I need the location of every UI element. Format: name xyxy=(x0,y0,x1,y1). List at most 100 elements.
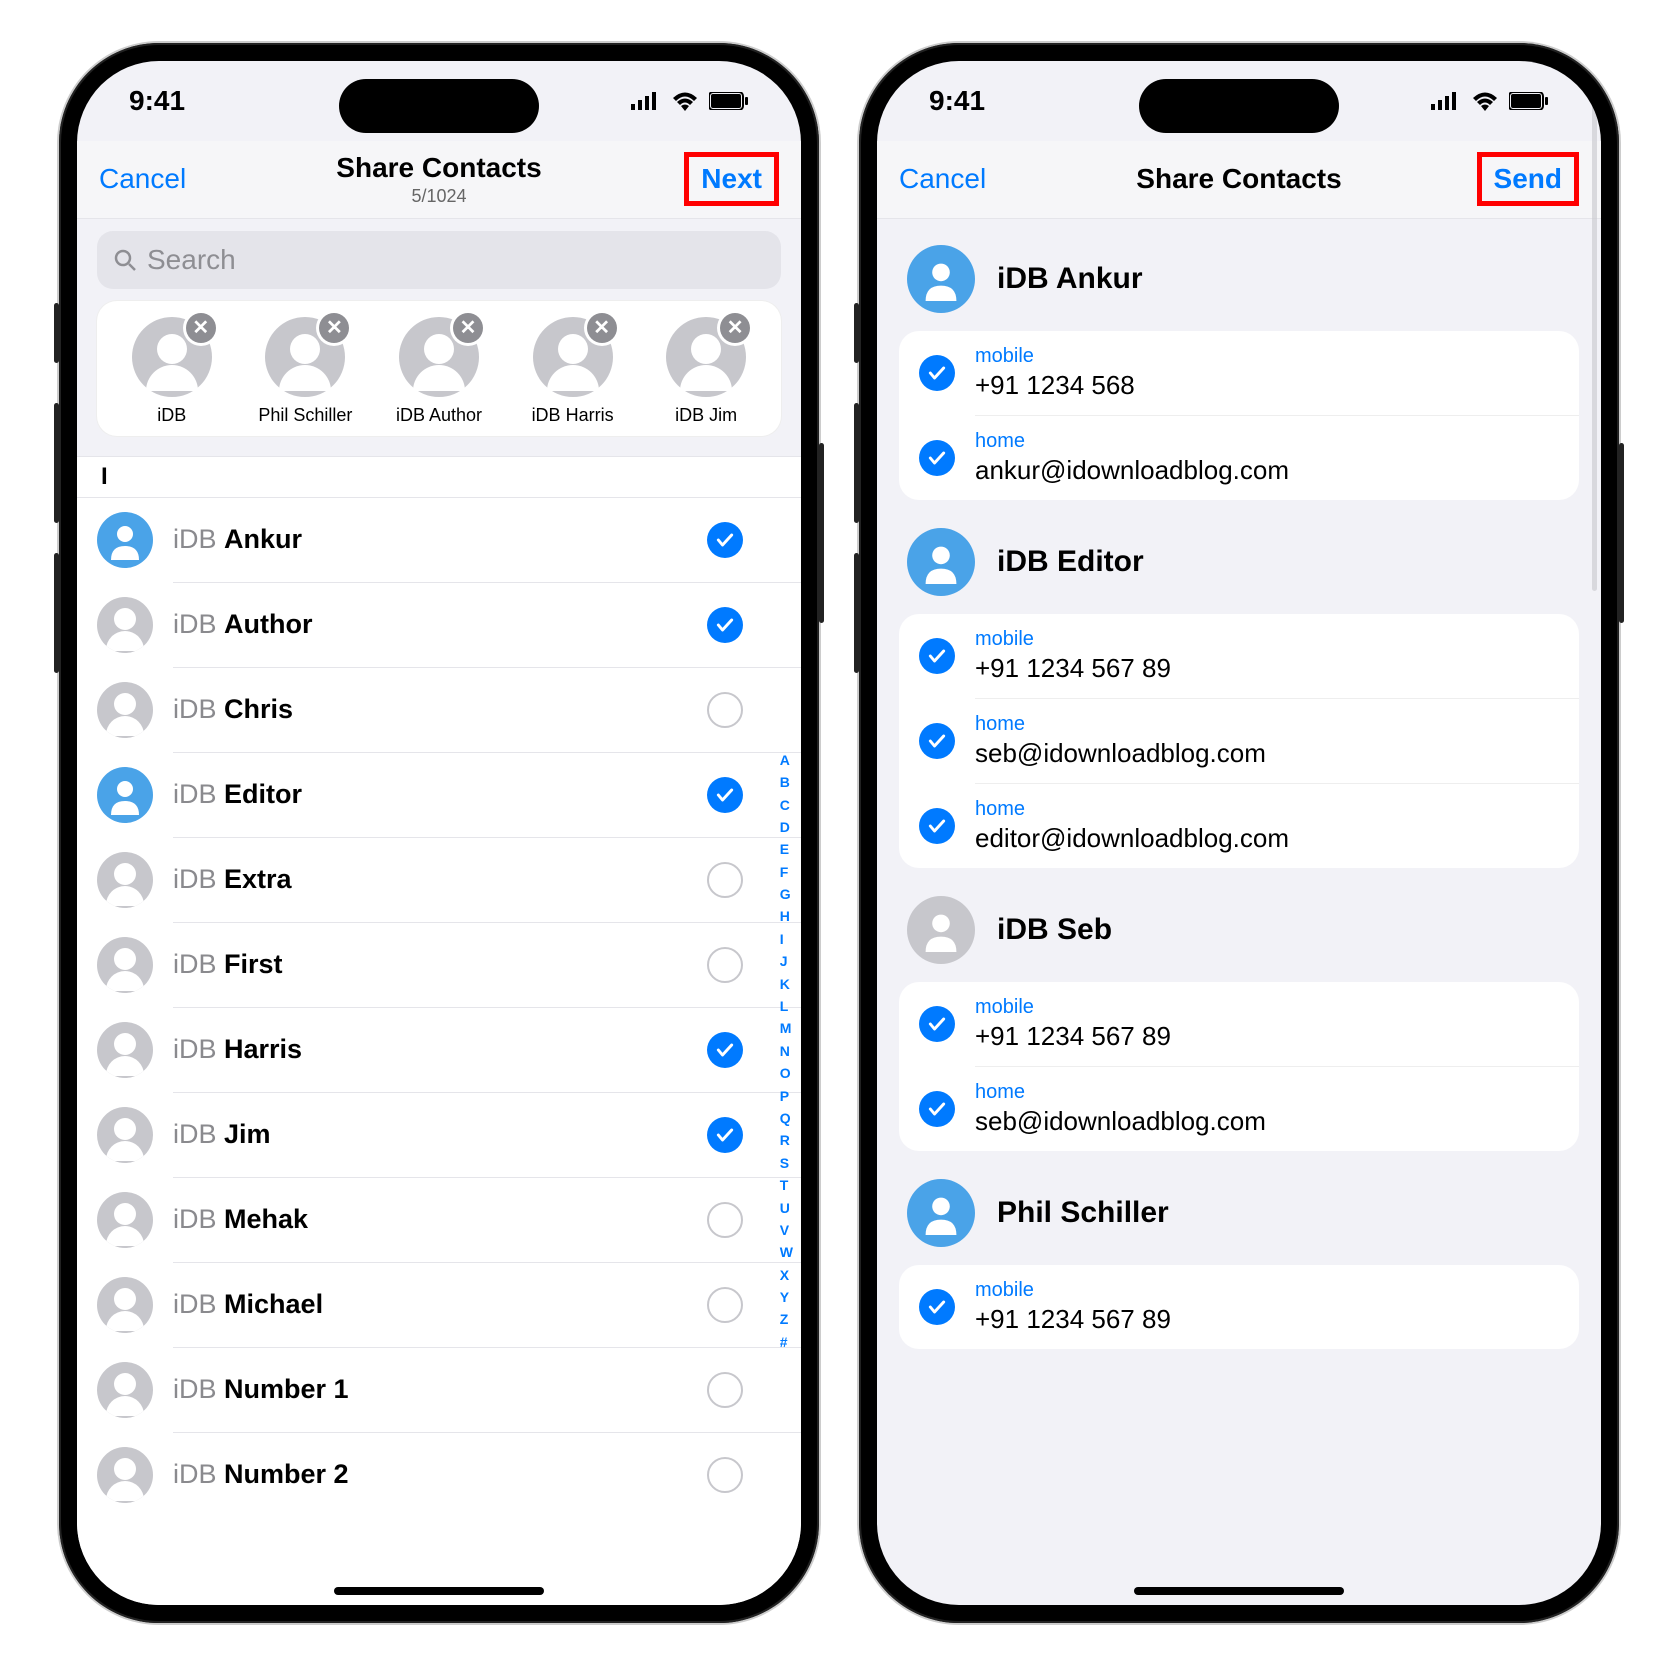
remove-chip-icon[interactable]: ✕ xyxy=(587,313,617,343)
contact-row[interactable]: iDB Harris xyxy=(77,1008,801,1092)
cancel-button[interactable]: Cancel xyxy=(99,163,186,195)
index-letter[interactable]: K xyxy=(780,973,793,995)
field-checkmark-icon[interactable] xyxy=(919,355,955,391)
cancel-button[interactable]: Cancel xyxy=(899,163,986,195)
index-letter[interactable]: S xyxy=(780,1152,793,1174)
home-indicator[interactable] xyxy=(1134,1587,1344,1595)
index-letter[interactable]: N xyxy=(780,1040,793,1062)
remove-chip-icon[interactable]: ✕ xyxy=(319,313,349,343)
home-indicator[interactable] xyxy=(334,1587,544,1595)
selection-checkmark-icon[interactable] xyxy=(707,1287,743,1323)
selection-checkmark-icon[interactable] xyxy=(707,1372,743,1408)
selection-checkmark-icon[interactable] xyxy=(707,777,743,813)
contact-field[interactable]: homeeditor@idownloadblog.com xyxy=(899,784,1579,868)
contact-field[interactable]: mobile+91 1234 568 xyxy=(899,331,1579,415)
selection-checkmark-icon[interactable] xyxy=(707,1202,743,1238)
selection-checkmark-icon[interactable] xyxy=(707,607,743,643)
contact-row[interactable]: iDB Author xyxy=(77,583,801,667)
index-letter[interactable]: B xyxy=(780,771,793,793)
index-letter[interactable]: J xyxy=(780,950,793,972)
avatar-icon xyxy=(97,1192,153,1248)
field-checkmark-icon[interactable] xyxy=(919,723,955,759)
index-letter[interactable]: Q xyxy=(780,1107,793,1129)
contact-row[interactable]: iDB Chris xyxy=(77,668,801,752)
contact-name: Phil Schiller xyxy=(997,1196,1169,1230)
field-checkmark-icon[interactable] xyxy=(919,440,955,476)
contact-field[interactable]: mobile+91 1234 567 89 xyxy=(899,614,1579,698)
index-letter[interactable]: T xyxy=(780,1174,793,1196)
contact-row[interactable]: iDB Michael xyxy=(77,1263,801,1347)
contact-card: mobile+91 1234 568homeankur@idownloadblo… xyxy=(899,331,1579,500)
dynamic-island xyxy=(1139,79,1339,133)
contact-review-list[interactable]: iDB Ankurmobile+91 1234 568homeankur@ido… xyxy=(877,219,1601,1605)
index-letter[interactable]: E xyxy=(780,838,793,860)
selection-checkmark-icon[interactable] xyxy=(707,1457,743,1493)
index-letter[interactable]: A xyxy=(780,749,793,771)
contact-list[interactable]: iDB Ankur iDB Author iDB Chris iDB Edito… xyxy=(77,498,801,1605)
search-input[interactable]: Search xyxy=(97,231,781,289)
contact-name: iDB Ankur xyxy=(153,524,707,555)
next-button[interactable]: Next xyxy=(684,152,779,206)
remove-chip-icon[interactable]: ✕ xyxy=(186,313,216,343)
index-letter[interactable]: I xyxy=(780,928,793,950)
contact-row[interactable]: iDB Editor xyxy=(77,753,801,837)
field-label: home xyxy=(975,798,1289,821)
field-checkmark-icon[interactable] xyxy=(919,638,955,674)
contact-row[interactable]: iDB Mehak xyxy=(77,1178,801,1262)
index-letter[interactable]: # xyxy=(780,1331,793,1353)
remove-chip-icon[interactable]: ✕ xyxy=(453,313,483,343)
index-letter[interactable]: D xyxy=(780,816,793,838)
selection-checkmark-icon[interactable] xyxy=(707,1117,743,1153)
selection-checkmark-icon[interactable] xyxy=(707,947,743,983)
index-letter[interactable]: R xyxy=(780,1129,793,1151)
field-label: home xyxy=(975,430,1289,453)
contact-row[interactable]: iDB Jim xyxy=(77,1093,801,1177)
contact-field[interactable]: mobile+91 1234 567 89 xyxy=(899,982,1579,1066)
field-checkmark-icon[interactable] xyxy=(919,1006,955,1042)
contact-row[interactable]: iDB Ankur xyxy=(77,498,801,582)
index-letter[interactable]: C xyxy=(780,794,793,816)
index-letter[interactable]: Y xyxy=(780,1286,793,1308)
index-letter[interactable]: Z xyxy=(780,1308,793,1330)
contact-field[interactable]: homeseb@idownloadblog.com xyxy=(899,699,1579,783)
avatar-icon: ✕ xyxy=(399,317,479,397)
contact-row[interactable]: iDB First xyxy=(77,923,801,1007)
avatar-icon xyxy=(97,852,153,908)
index-letter[interactable]: H xyxy=(780,905,793,927)
contact-field[interactable]: homeseb@idownloadblog.com xyxy=(899,1067,1579,1151)
scrollbar[interactable] xyxy=(1592,219,1597,591)
send-button[interactable]: Send xyxy=(1477,152,1579,206)
selection-checkmark-icon[interactable] xyxy=(707,692,743,728)
selected-chips: ✕iDB✕Phil Schiller✕iDB Author✕iDB Harris… xyxy=(97,301,781,436)
selection-checkmark-icon[interactable] xyxy=(707,862,743,898)
contact-row[interactable]: iDB Number 2 xyxy=(77,1433,801,1517)
cellular-icon xyxy=(1431,92,1461,110)
index-letter[interactable]: X xyxy=(780,1264,793,1286)
index-letter[interactable]: M xyxy=(780,1017,793,1039)
index-letter[interactable]: U xyxy=(780,1197,793,1219)
remove-chip-icon[interactable]: ✕ xyxy=(720,313,750,343)
index-letter[interactable]: F xyxy=(780,861,793,883)
alphabet-index[interactable]: ABCDEFGHIJKLMNOPQRSTUVWXYZ# xyxy=(774,498,799,1605)
contact-field[interactable]: homeankur@idownloadblog.com xyxy=(899,416,1579,500)
index-letter[interactable]: G xyxy=(780,883,793,905)
index-letter[interactable]: W xyxy=(780,1241,793,1263)
selection-checkmark-icon[interactable] xyxy=(707,522,743,558)
index-letter[interactable]: V xyxy=(780,1219,793,1241)
contact-field[interactable]: mobile+91 1234 567 89 xyxy=(899,1265,1579,1349)
field-value: +91 1234 567 89 xyxy=(975,1304,1171,1335)
selection-checkmark-icon[interactable] xyxy=(707,1032,743,1068)
status-bar: 9:41 xyxy=(877,61,1601,141)
contact-row[interactable]: iDB Extra xyxy=(77,838,801,922)
index-letter[interactable]: L xyxy=(780,995,793,1017)
contact-row[interactable]: iDB Number 1 xyxy=(77,1348,801,1432)
field-checkmark-icon[interactable] xyxy=(919,808,955,844)
chip-label: iDB Harris xyxy=(517,405,629,426)
field-checkmark-icon[interactable] xyxy=(919,1289,955,1325)
contact-name: iDB First xyxy=(153,949,707,980)
avatar-icon xyxy=(97,767,153,823)
field-checkmark-icon[interactable] xyxy=(919,1091,955,1127)
contact-name: iDB Number 2 xyxy=(153,1459,707,1490)
index-letter[interactable]: O xyxy=(780,1062,793,1084)
index-letter[interactable]: P xyxy=(780,1085,793,1107)
